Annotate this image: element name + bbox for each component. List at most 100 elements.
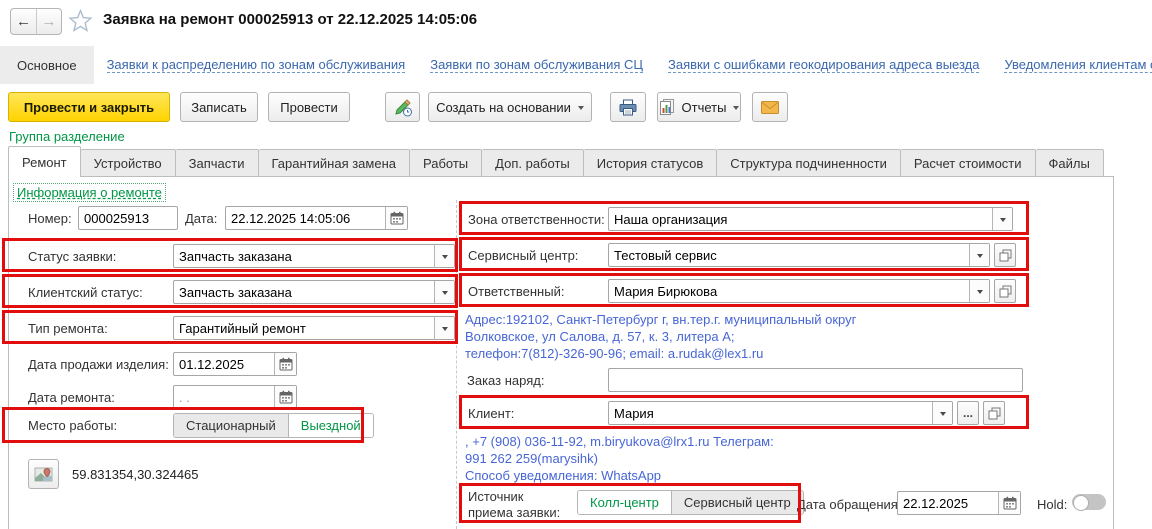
open-form-icon (999, 249, 1012, 262)
tab-cost-calculation[interactable]: Расчет стоимости (901, 149, 1036, 177)
nav-link-client-notifications[interactable]: Уведомления клиентам о изм (1004, 57, 1152, 73)
nav-tab-main[interactable]: Основное (0, 46, 94, 84)
responsible-field[interactable] (608, 279, 990, 303)
change-status-button[interactable] (385, 92, 420, 122)
repair-date-field[interactable] (173, 385, 297, 409)
open-form-icon (999, 285, 1012, 298)
email-button[interactable] (752, 92, 788, 122)
envelope-icon (761, 101, 779, 114)
dropdown-arrow-icon[interactable] (992, 208, 1012, 230)
source-option-service-center[interactable]: Сервисный центр (671, 491, 803, 514)
nav-link-service-zones[interactable]: Заявки по зонам обслуживания СЦ (430, 57, 643, 73)
client-open-button[interactable] (983, 401, 1005, 425)
service-center-open-button[interactable] (994, 243, 1016, 267)
history-nav: ← → (10, 8, 62, 35)
group-separator-link[interactable]: Группа разделение (9, 129, 125, 144)
work-order-input[interactable] (609, 369, 1022, 391)
dropdown-arrow-icon[interactable] (434, 245, 454, 267)
tab-strip: Ремонт Устройство Запчасти Гарантийная з… (8, 146, 1104, 177)
print-button[interactable] (610, 92, 646, 122)
client-label: Клиент: (468, 406, 514, 421)
service-center-input[interactable] (609, 244, 969, 266)
source-option-call-center[interactable]: Колл-центр (578, 491, 671, 514)
calendar-icon[interactable] (274, 353, 296, 375)
zone-input[interactable] (609, 208, 992, 230)
repair-type-input[interactable] (174, 317, 434, 339)
create-on-basis-button[interactable]: Создать на основании (428, 92, 592, 122)
client-status-field[interactable] (173, 280, 455, 304)
number-label: Номер: (28, 211, 72, 226)
client-choose-button[interactable]: ... (957, 401, 979, 425)
client-input[interactable] (609, 402, 932, 424)
date-field[interactable] (225, 206, 408, 230)
tab-device[interactable]: Устройство (81, 149, 176, 177)
coordinates-value: 59.831354,30.324465 (72, 467, 199, 482)
work-order-field[interactable] (608, 368, 1023, 392)
request-date-field[interactable] (897, 491, 1021, 515)
contact-line: Способ уведомления: WhatsApp (465, 468, 661, 483)
tab-status-history[interactable]: История статусов (584, 149, 718, 177)
favorite-star-icon[interactable] (68, 8, 93, 38)
tab-additional-works[interactable]: Доп. работы (482, 149, 584, 177)
request-date-input[interactable] (898, 492, 998, 514)
work-place-option-stationary[interactable]: Стационарный (174, 414, 288, 437)
nav-link-distribution-zones[interactable]: Заявки к распределению по зонам обслужив… (107, 57, 406, 73)
dropdown-arrow-icon[interactable] (434, 281, 454, 303)
repair-info-section-header[interactable]: Информация о ремонте (13, 183, 166, 202)
create-on-basis-label: Создать на основании (436, 100, 571, 115)
tab-files[interactable]: Файлы (1036, 149, 1104, 177)
contact-line: , +7 (908) 036-11-92, m.biryukova@lrx1.r… (465, 434, 774, 449)
work-place-switch: Стационарный Выездной (173, 413, 374, 438)
responsible-open-button[interactable] (994, 279, 1016, 303)
calendar-icon[interactable] (385, 207, 407, 229)
reports-button[interactable]: Отчеты (657, 92, 741, 122)
repair-date-input[interactable] (174, 386, 274, 408)
reports-label: Отчеты (682, 100, 727, 115)
dropdown-arrow-icon[interactable] (969, 244, 989, 266)
zone-field[interactable] (608, 207, 1013, 231)
sale-date-field[interactable] (173, 352, 297, 376)
client-status-input[interactable] (174, 281, 434, 303)
dropdown-arrow-icon[interactable] (434, 317, 454, 339)
calendar-icon[interactable] (998, 492, 1020, 514)
chevron-down-icon (578, 106, 584, 113)
request-date-label: Дата обращения: (797, 497, 901, 512)
write-button[interactable]: Записать (180, 92, 258, 122)
client-field[interactable] (608, 401, 953, 425)
sale-date-input[interactable] (174, 353, 274, 375)
tab-repair[interactable]: Ремонт (8, 146, 81, 177)
back-arrow-icon: ← (16, 13, 31, 30)
map-icon (34, 465, 54, 484)
post-and-close-button[interactable]: Провести и закрыть (8, 92, 170, 122)
number-field[interactable] (78, 206, 178, 230)
tab-warranty-replacement[interactable]: Гарантийная замена (259, 149, 410, 177)
repair-type-label: Тип ремонта: (28, 321, 108, 336)
forward-button[interactable]: → (36, 9, 61, 34)
back-button[interactable]: ← (11, 9, 36, 34)
work-place-label: Место работы: (28, 418, 117, 433)
nav-panel: Основное Заявки к распределению по зонам… (0, 46, 1152, 84)
date-input[interactable] (226, 207, 385, 229)
nav-link-geocoding-errors[interactable]: Заявки с ошибками геокодирования адреса … (668, 57, 979, 73)
client-status-label: Клиентский статус: (28, 285, 143, 300)
post-button[interactable]: Провести (268, 92, 350, 122)
dropdown-arrow-icon[interactable] (969, 280, 989, 302)
tab-works[interactable]: Работы (410, 149, 482, 177)
show-on-map-button[interactable] (28, 459, 59, 489)
responsible-label: Ответственный: (468, 284, 564, 299)
repair-type-field[interactable] (173, 316, 455, 340)
status-input[interactable] (174, 245, 434, 267)
dropdown-arrow-icon[interactable] (932, 402, 952, 424)
repair-date-label: Дата ремонта: (28, 390, 115, 405)
service-center-field[interactable] (608, 243, 990, 267)
number-input[interactable] (79, 207, 177, 229)
tab-subordination-structure[interactable]: Структура подчиненности (717, 149, 901, 177)
calendar-icon[interactable] (274, 386, 296, 408)
responsible-input[interactable] (609, 280, 969, 302)
tab-spare-parts[interactable]: Запчасти (176, 149, 259, 177)
status-field[interactable] (173, 244, 455, 268)
page-title: Заявка на ремонт 000025913 от 22.12.2025… (103, 11, 477, 28)
hold-toggle[interactable] (1072, 494, 1106, 510)
work-place-option-field[interactable]: Выездной (288, 414, 373, 437)
report-icon (659, 99, 675, 115)
